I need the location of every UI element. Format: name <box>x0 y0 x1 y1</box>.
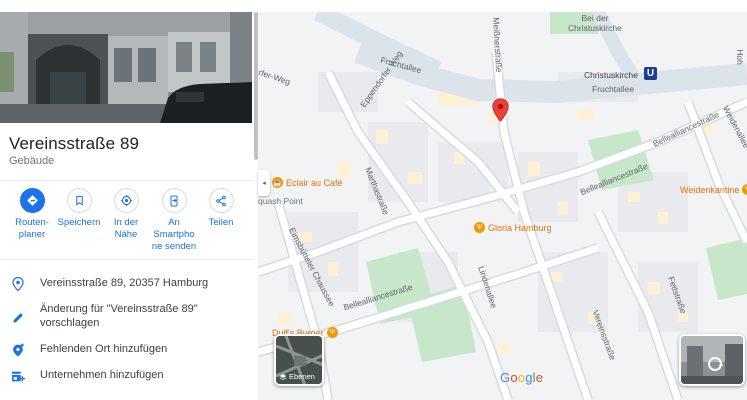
google-wordmark: Google <box>500 370 544 385</box>
poi-eclair-au-cafe[interactable]: ☕ Eclair au Café <box>272 177 343 188</box>
send-to-phone-button[interactable]: An Smartpho ne senden <box>149 188 199 253</box>
poi-label-squash-point[interactable]: quash Point <box>258 196 303 206</box>
collapse-panel-button[interactable]: ◂ <box>258 170 270 196</box>
directions-label: Routen- planer <box>15 217 49 240</box>
place-panel: Vereinsstraße 89 Gebäude Routen- planer … <box>0 0 258 400</box>
place-category[interactable]: Gebäude <box>9 155 54 167</box>
place-photo[interactable] <box>0 12 252 123</box>
add-business-text: Unternehmen hinzufügen <box>40 369 164 381</box>
restaurant-icon: Ψ <box>742 184 747 195</box>
add-business-icon <box>10 368 26 384</box>
send-to-phone-icon <box>161 188 187 213</box>
save-button[interactable]: Speichern <box>54 188 104 229</box>
cafe-icon: ☕ <box>272 177 283 188</box>
share-label: Teilen <box>208 217 234 228</box>
restaurant-icon: Ψ <box>326 327 338 338</box>
street-view-preview <box>681 336 743 384</box>
map-canvas[interactable]: Fruchtallee Fruchtallee Eppendorfer Weg … <box>258 12 747 400</box>
location-pin-icon <box>10 276 26 292</box>
layers-icon <box>279 373 287 380</box>
directions-icon <box>19 188 45 213</box>
place-label-bei-der-christuskirche: Bei der Christuskirche <box>568 13 622 33</box>
station-label-christuskirche: Christuskirche <box>584 70 638 80</box>
suggest-edit-text: Änderung für "Vereinsstraße 89" vorschla… <box>40 303 198 329</box>
save-label: Speichern <box>57 217 101 228</box>
google-logo: Google <box>500 370 543 385</box>
subway-station-icon[interactable]: U <box>644 67 657 80</box>
nearby-button[interactable]: In der Nähe <box>101 188 151 241</box>
place-title: Vereinsstraße 89 <box>9 134 140 153</box>
share-icon <box>208 188 234 213</box>
location-marker-icon[interactable] <box>492 98 509 127</box>
divider <box>0 180 254 181</box>
edit-pencil-icon <box>10 309 26 325</box>
street-label-fruchtallee: Fruchtallee <box>592 84 635 94</box>
street-label-partial: Hoh <box>734 49 745 65</box>
divider <box>0 259 254 260</box>
nearby-icon <box>113 188 139 213</box>
directions-button[interactable]: Routen- planer <box>7 188 57 241</box>
poi-gloria-hamburg[interactable]: Ψ Gloria Hamburg <box>474 222 552 233</box>
layers-button[interactable]: Ebenen <box>274 334 324 386</box>
poi-label: Weidenkantine <box>680 184 740 195</box>
layers-label-wrap: Ebenen <box>279 372 315 381</box>
share-button[interactable]: Teilen <box>196 188 246 229</box>
send-to-phone-label: An Smartpho ne senden <box>151 217 197 252</box>
bookmark-icon <box>66 188 92 213</box>
building-photo-image <box>0 12 252 123</box>
poi-weidenkantine[interactable]: Weidenkantine Ψ <box>680 184 747 195</box>
action-bar: Routen- planer Speichern In der Nähe An … <box>0 188 254 258</box>
add-place-text: Fehlenden Ort hinzufügen <box>40 343 168 355</box>
address-text: Vereinsstraße 89, 20357 Hamburg <box>40 277 209 289</box>
layers-label: Ebenen <box>289 372 315 381</box>
poi-label: Eclair au Café <box>286 177 343 188</box>
street-view-thumbnail[interactable] <box>679 334 745 386</box>
add-place-icon <box>10 342 26 358</box>
nearby-label: In der Nähe <box>113 217 139 240</box>
poi-label: Gloria Hamburg <box>488 222 552 233</box>
restaurant-icon: Ψ <box>474 222 485 233</box>
